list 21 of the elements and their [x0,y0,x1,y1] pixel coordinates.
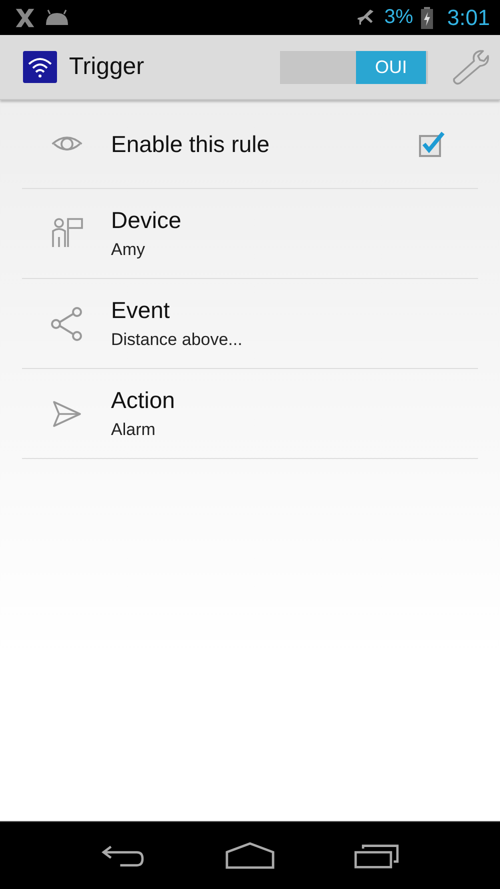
share-icon [50,306,84,342]
battery-percent: 3% [384,6,414,29]
row-title: Enable this rule [111,130,271,158]
toggle-switch[interactable]: OUI [280,50,428,84]
row-subtitle: Alarm [111,420,156,440]
app-title: Trigger [69,53,144,81]
row-title: Action [111,387,176,414]
wifi-app-icon[interactable] [23,51,57,83]
row-title: Device [111,207,182,234]
row-title: Event [111,297,171,324]
robot-icon [44,8,70,26]
airplane-icon [356,8,376,28]
home-icon[interactable] [225,842,275,870]
clock-time: 3:01 [447,4,490,30]
row-subtitle: Distance above... [111,330,244,350]
paper-plane-icon [52,400,82,428]
recent-apps-icon[interactable] [353,842,401,868]
x-logo-icon [14,6,36,28]
row-subtitle: Amy [111,240,146,260]
checkbox[interactable] [418,130,446,158]
battery-charging-icon [421,6,434,28]
